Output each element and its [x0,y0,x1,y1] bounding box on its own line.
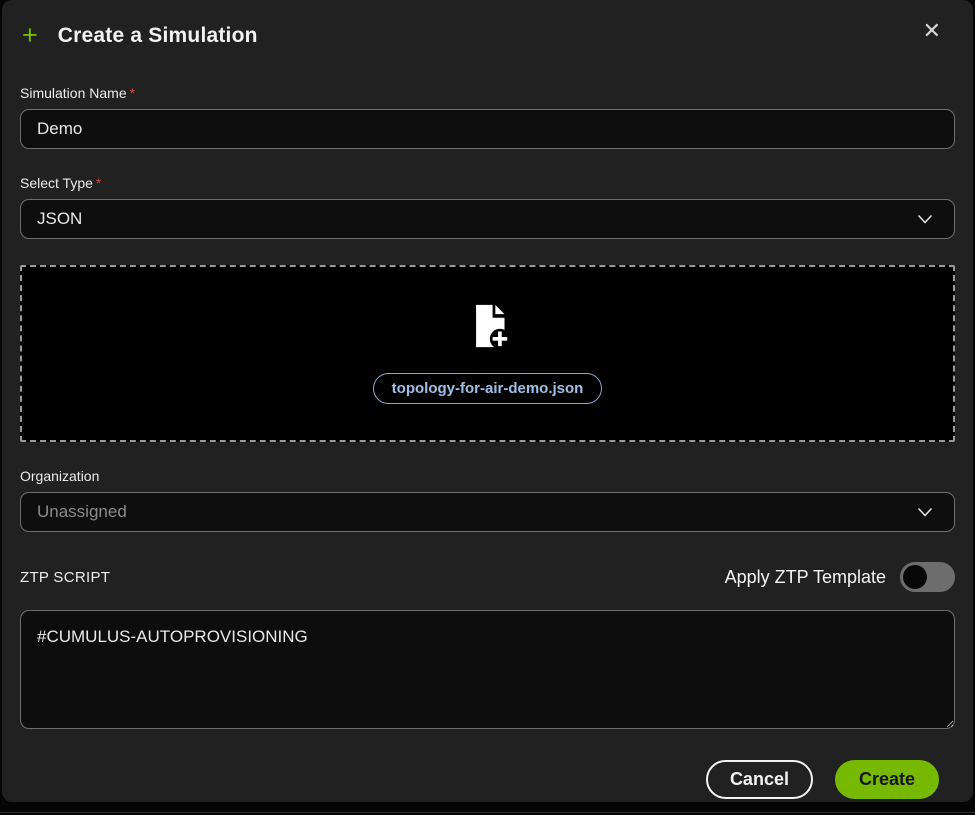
apply-ztp-template-toggle[interactable] [900,562,955,592]
modal-header: + Create a Simulation ✕ [20,22,955,49]
select-type-value: JSON [37,209,82,229]
select-type-group: Select Type* JSON [20,175,955,239]
ztp-script-label: ZTP SCRIPT [20,569,110,586]
modal-footer: Cancel Create [20,760,955,799]
file-upload-dropzone[interactable]: topology-for-air-demo.json [20,265,955,442]
required-asterisk: * [96,175,101,191]
page-background: + Create a Simulation ✕ Simulation Name*… [0,0,975,815]
apply-ztp-template-control: Apply ZTP Template [725,562,955,592]
organization-value: Unassigned [37,502,127,522]
select-type-label-text: Select Type [20,175,93,191]
toggle-knob [903,565,927,589]
simulation-name-group: Simulation Name* [20,85,955,149]
simulation-name-label: Simulation Name* [20,85,955,101]
close-icon[interactable]: ✕ [923,20,941,42]
cancel-button[interactable]: Cancel [706,760,813,799]
chevron-down-icon [918,508,932,517]
create-button[interactable]: Create [835,760,939,799]
ztp-script-row: ZTP SCRIPT Apply ZTP Template [20,562,955,592]
add-file-icon [466,303,510,349]
simulation-name-input[interactable] [20,109,955,149]
select-type-label: Select Type* [20,175,955,191]
simulation-name-label-text: Simulation Name [20,85,127,101]
uploaded-file-chip[interactable]: topology-for-air-demo.json [373,373,603,404]
modal-title: Create a Simulation [58,24,258,48]
chevron-down-icon [918,215,932,224]
apply-ztp-template-label: Apply ZTP Template [725,567,886,588]
create-simulation-modal: + Create a Simulation ✕ Simulation Name*… [2,0,973,802]
organization-group: Organization Unassigned [20,468,955,532]
select-type-dropdown[interactable]: JSON [20,199,955,239]
required-asterisk: * [130,85,135,101]
ztp-script-textarea[interactable]: #CUMULUS-AUTOPROVISIONING [20,610,955,729]
organization-label: Organization [20,468,955,484]
plus-icon: + [22,22,38,49]
organization-dropdown[interactable]: Unassigned [20,492,955,532]
